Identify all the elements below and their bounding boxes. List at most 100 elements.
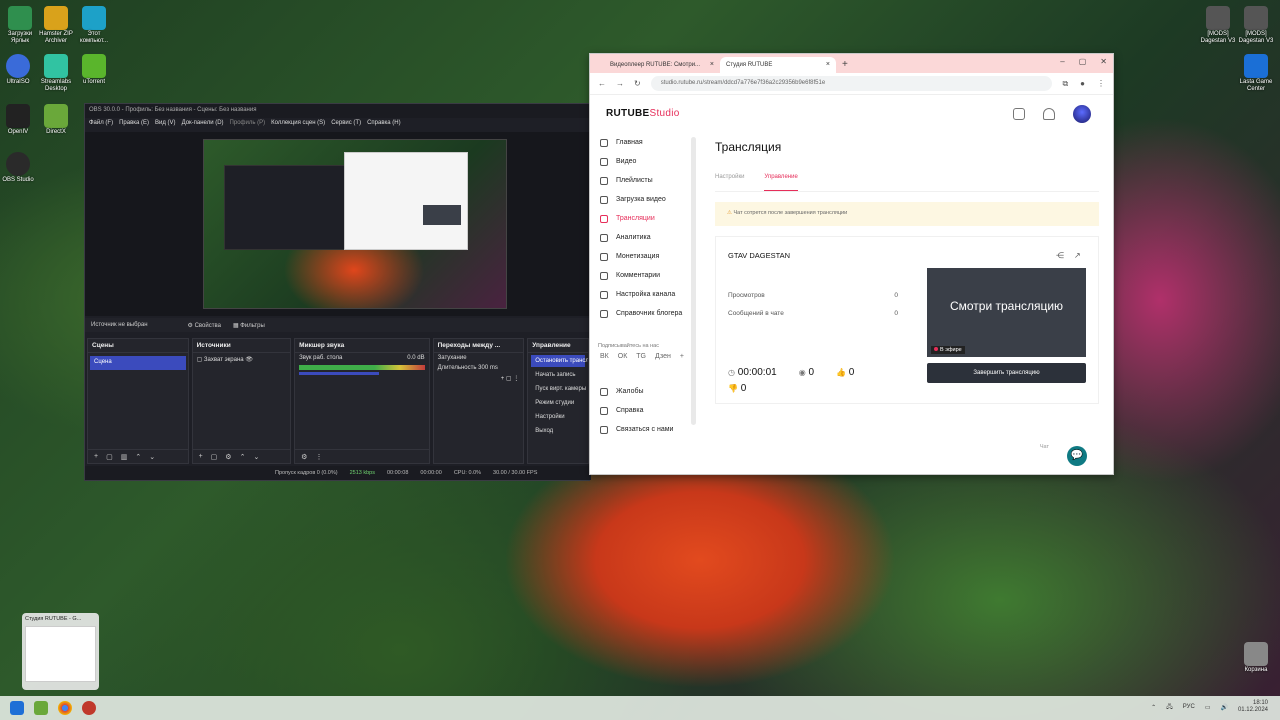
taskbar-thumbnail[interactable]: Студия RUTUBE - G... xyxy=(22,613,99,690)
desktop-icon-recycle-bin[interactable]: Корзина xyxy=(1238,642,1274,674)
add-scene-icon[interactable]: + xyxy=(94,453,98,460)
remove-scene-icon[interactable]: ▢ xyxy=(106,453,113,461)
source-up-icon[interactable]: ⌃ xyxy=(240,453,246,461)
properties-button[interactable]: ⚙ Свойства xyxy=(188,322,221,329)
close-tab-icon[interactable]: × xyxy=(710,61,714,68)
sidebar-item-streams[interactable]: Трансляции xyxy=(590,209,694,228)
monitor-icon[interactable]: ▭ xyxy=(1205,704,1211,711)
source-down-icon[interactable]: ⌄ xyxy=(253,453,259,461)
sidebar-item-blogger-guide[interactable]: Справочник блогера xyxy=(590,304,694,323)
mixer-settings-icon[interactable]: ⚙ xyxy=(301,453,307,461)
obs-preview-canvas[interactable] xyxy=(203,139,507,309)
filters-button[interactable]: ▦ Фильтры xyxy=(233,322,265,329)
volume-slider[interactable] xyxy=(299,372,380,375)
maximize-icon[interactable]: ▢ xyxy=(1079,57,1087,66)
remove-transition-icon[interactable]: ▢ xyxy=(506,376,512,382)
dzen-icon[interactable]: Дзен xyxy=(655,353,671,360)
end-stream-button[interactable]: Завершить трансляцию xyxy=(927,363,1086,383)
chrome-icon[interactable] xyxy=(58,701,72,715)
mixer-menu-icon[interactable]: ⋮ xyxy=(315,453,322,461)
obs-menu-docks[interactable]: Док-панели (D) xyxy=(182,120,224,128)
desktop-icon-utorrent[interactable]: uTorrent xyxy=(76,54,112,86)
tray-arrow-icon[interactable]: ⌃ xyxy=(1151,704,1156,711)
desktop-icon-obs[interactable]: OBS Studio xyxy=(0,152,36,184)
eye-icon[interactable]: 👁 xyxy=(245,357,253,363)
minimize-icon[interactable]: – xyxy=(1060,57,1064,66)
desktop-icon-directx[interactable]: DirectX xyxy=(38,104,74,136)
add-transition-icon[interactable]: + xyxy=(501,376,505,382)
source-item[interactable]: ▢ Захват экрана 👁 xyxy=(197,356,287,363)
telegram-icon[interactable]: TG xyxy=(636,353,646,360)
settings-button[interactable]: Настройки xyxy=(531,411,585,423)
reload-icon[interactable]: ↻ xyxy=(634,79,641,88)
rutube-studio-logo[interactable]: RUTUBEStudio xyxy=(606,108,680,119)
obs-menu-scene-collection[interactable]: Коллекция сцен (S) xyxy=(271,120,325,128)
transition-select[interactable]: Затухание xyxy=(434,353,524,363)
sidebar-item-complaints[interactable]: Жалобы xyxy=(590,382,694,401)
tab-management[interactable]: Управление xyxy=(764,174,798,191)
share-icon[interactable]: ⋲ xyxy=(1056,251,1064,260)
studio-mode-button[interactable]: Режим студии xyxy=(531,397,585,409)
sidebar-item-contact[interactable]: Связаться с нами xyxy=(590,420,694,439)
sidebar-scrollbar[interactable] xyxy=(691,137,696,425)
external-link-icon[interactable]: ↗ xyxy=(1074,251,1081,260)
move-up-icon[interactable]: ⌃ xyxy=(135,453,141,461)
start-recording-button[interactable]: Начать запись xyxy=(531,369,585,381)
url-input[interactable]: studio.rutube.ru/stream/ddcd7a776e7f36a2… xyxy=(650,76,1053,91)
desktop-icon-mods-2[interactable]: [MODS] Dagestan V3 xyxy=(1238,6,1274,45)
desktop-icon-downloads[interactable]: Загрузки Ярлык xyxy=(2,6,38,45)
sidebar-item-analytics[interactable]: Аналитика xyxy=(590,228,694,247)
sidebar-item-help[interactable]: Справка xyxy=(590,401,694,420)
stop-stream-button[interactable]: Остановить трансляцию xyxy=(531,355,588,367)
desktop-icon-mods-1[interactable]: [MODS] Dagestan V3 xyxy=(1200,6,1236,45)
scene-filters-icon[interactable]: ▥ xyxy=(121,453,128,461)
forward-icon[interactable]: → xyxy=(616,79,624,88)
menu-icon[interactable]: ⋮ xyxy=(1097,79,1105,89)
tab-rutube-player[interactable]: Видеоплеер RUTUBE: Смотри... × xyxy=(604,57,720,73)
obs-menu-help[interactable]: Справка (H) xyxy=(367,120,401,128)
tab-rutube-studio[interactable]: Студия RUTUBE × xyxy=(720,57,836,73)
ok-icon[interactable]: ОК xyxy=(618,353,628,360)
sidebar-item-monetization[interactable]: Монетизация xyxy=(590,247,694,266)
back-icon[interactable]: ← xyxy=(598,79,606,88)
desktop-icon-lasta[interactable]: Lasta Game Center xyxy=(1238,54,1274,93)
desktop-icon-streamlabs[interactable]: Streamlabs Desktop xyxy=(38,54,74,93)
virtual-camera-button[interactable]: Пуск вирт. камеры xyxy=(531,383,586,395)
desktop-icon-ultraiso[interactable]: UltraISO xyxy=(0,54,36,86)
transition-duration[interactable]: Длительность 300 ms xyxy=(434,363,524,373)
avatar[interactable] xyxy=(1073,105,1091,123)
exit-button[interactable]: Выход xyxy=(531,425,585,437)
add-source-icon[interactable]: + xyxy=(199,453,203,460)
obs-menu-tools[interactable]: Сервис (T) xyxy=(331,120,361,128)
network-icon[interactable]: 🖧 xyxy=(1166,702,1173,712)
speaker-icon[interactable]: 🔊 xyxy=(1220,704,1227,711)
app-icon[interactable] xyxy=(34,701,48,715)
desktop-icon-this-pc[interactable]: Этот компьют... xyxy=(76,6,112,45)
keyboard-lang[interactable]: РУС xyxy=(1183,704,1195,710)
scene-item-selected[interactable]: Сцена xyxy=(90,356,186,370)
obs-menu-edit[interactable]: Правка (E) xyxy=(119,120,149,128)
extensions-icon[interactable]: ⧉ xyxy=(1062,79,1068,89)
tab-settings[interactable]: Настройки xyxy=(715,174,744,191)
bell-icon[interactable] xyxy=(1043,108,1055,120)
stream-preview[interactable]: Смотри трансляцию В эфире xyxy=(927,268,1086,357)
remove-source-icon[interactable]: ▢ xyxy=(211,453,218,461)
move-down-icon[interactable]: ⌄ xyxy=(149,453,155,461)
source-settings-icon[interactable]: ⚙ xyxy=(225,453,231,461)
more-socials-icon[interactable]: + xyxy=(680,353,684,360)
sidebar-item-video[interactable]: Видео xyxy=(590,152,694,171)
transition-menu-icon[interactable]: ⋮ xyxy=(513,376,519,382)
desktop-icon-openiv[interactable]: OpenIV xyxy=(0,104,36,136)
sidebar-item-comments[interactable]: Комментарии xyxy=(590,266,694,285)
sidebar-item-home[interactable]: Главная xyxy=(590,133,694,152)
sidebar-item-upload[interactable]: Загрузка видео xyxy=(590,190,694,209)
close-tab-icon[interactable]: × xyxy=(826,61,830,68)
close-window-icon[interactable]: ✕ xyxy=(1100,57,1107,66)
profile-icon[interactable]: ● xyxy=(1080,79,1085,89)
obs-menu-profile[interactable]: Профиль (P) xyxy=(230,120,266,128)
windows-start-icon[interactable] xyxy=(10,701,24,715)
obs-taskbar-icon[interactable] xyxy=(82,701,96,715)
obs-menu-view[interactable]: Вид (V) xyxy=(155,120,176,128)
new-tab-button[interactable]: + xyxy=(836,59,854,73)
sidebar-item-channel-settings[interactable]: Настройка канала xyxy=(590,285,694,304)
